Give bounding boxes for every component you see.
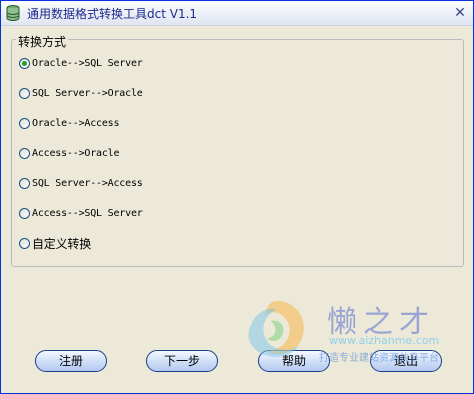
- radio-button[interactable]: [19, 237, 30, 249]
- radio-access-to-sqlserver[interactable]: Access-->SQL Server: [19, 204, 143, 222]
- radio-label: SQL Server-->Oracle: [32, 87, 143, 99]
- client-area: 转换方式 Oracle-->SQL Server SQL Server-->Or…: [1, 26, 473, 393]
- radio-label: Oracle-->Access: [32, 117, 120, 129]
- window-title: 通用数据格式转换工具dct V1.1: [27, 7, 198, 21]
- register-button[interactable]: 注册: [35, 350, 107, 372]
- radio-label: Access-->Oracle: [32, 147, 120, 159]
- next-button[interactable]: 下一步: [146, 350, 218, 372]
- radio-label: SQL Server-->Access: [32, 177, 143, 189]
- radio-custom-conversion[interactable]: 自定义转换: [19, 234, 91, 252]
- radio-button[interactable]: [19, 147, 30, 159]
- exit-button[interactable]: 退出: [370, 350, 442, 372]
- radio-oracle-to-sqlserver[interactable]: Oracle-->SQL Server: [19, 54, 143, 72]
- radio-oracle-to-access[interactable]: Oracle-->Access: [19, 114, 120, 132]
- radio-button[interactable]: [19, 117, 30, 129]
- radio-button[interactable]: [19, 57, 30, 69]
- radio-label: 自定义转换: [32, 236, 92, 251]
- radio-button[interactable]: [19, 177, 30, 189]
- radio-button[interactable]: [19, 207, 30, 219]
- close-icon[interactable]: ✕: [451, 4, 469, 22]
- radio-label: Access-->SQL Server: [32, 207, 143, 219]
- main-window: 通用数据格式转换工具dct V1.1 ✕ 转换方式 Oracle-->SQL S…: [0, 0, 474, 394]
- radio-sqlserver-to-access[interactable]: SQL Server-->Access: [19, 174, 143, 192]
- radio-access-to-oracle[interactable]: Access-->Oracle: [19, 144, 120, 162]
- radio-label: Oracle-->SQL Server: [32, 57, 143, 69]
- conversion-mode-group: 转换方式 Oracle-->SQL Server SQL Server-->Or…: [11, 33, 464, 267]
- radio-button[interactable]: [19, 87, 30, 99]
- help-button[interactable]: 帮助: [258, 350, 330, 372]
- radio-sqlserver-to-oracle[interactable]: SQL Server-->Oracle: [19, 84, 143, 102]
- database-icon: [6, 5, 20, 21]
- title-bar[interactable]: 通用数据格式转换工具dct V1.1 ✕: [1, 1, 473, 26]
- group-label: 转换方式: [16, 33, 69, 50]
